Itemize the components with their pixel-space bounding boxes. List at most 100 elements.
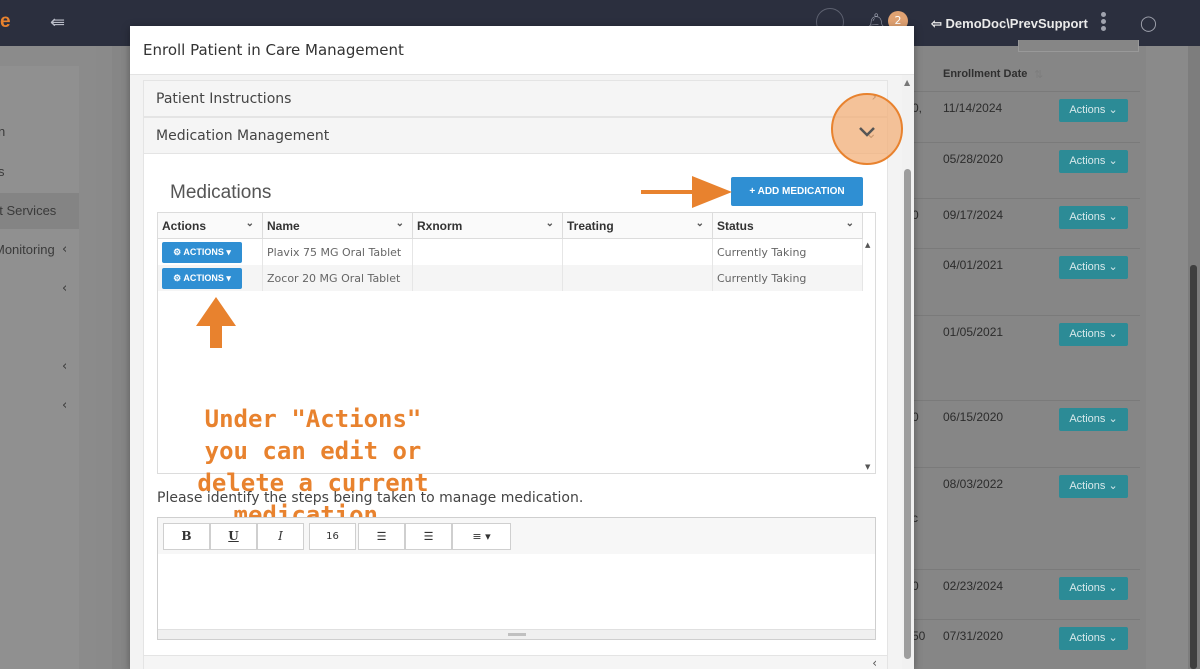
row-actions-button[interactable]: Actions ⌄: [1059, 150, 1128, 173]
name-cell: Zocor 20 MG Oral Tablet: [263, 265, 413, 291]
cell-fragment: 50: [912, 629, 926, 643]
sidebar-item[interactable]: s: [0, 164, 79, 179]
medication-panel: Medications + ADD MEDICATION Actions ⌄ Na…: [143, 154, 888, 669]
chevron-right-icon[interactable]: ›: [871, 89, 877, 105]
scroll-up-icon[interactable]: ▲: [865, 241, 870, 249]
row-divider: [910, 248, 1140, 249]
enrollment-date-cell: 07/31/2020: [943, 629, 1004, 643]
row-actions-button[interactable]: ⚙ ACTIONS ▾: [162, 268, 242, 289]
sort-icon[interactable]: ⇅: [1034, 68, 1043, 81]
row-actions-button[interactable]: Actions ⌄: [1059, 627, 1128, 650]
editor-toolbar: B U I 16 ☰ ☰ ≡ ▾: [158, 518, 875, 554]
actions-label: Actions: [1069, 632, 1106, 644]
sidebar-item-active[interactable]: nt Services: [0, 193, 79, 229]
menu-toggle-icon[interactable]: ⇚: [50, 12, 65, 33]
treating-cell: [563, 265, 713, 291]
chevron-left-icon[interactable]: ‹: [62, 359, 67, 374]
row-divider: [910, 198, 1140, 199]
chevron-left-icon[interactable]: ‹: [62, 281, 67, 296]
column-header-name[interactable]: Name ⌄: [263, 213, 413, 239]
row-actions-button[interactable]: Actions ⌄: [1059, 408, 1128, 431]
add-medication-button[interactable]: + ADD MEDICATION: [731, 177, 863, 206]
rich-text-editor[interactable]: B U I 16 ☰ ☰ ≡ ▾: [157, 517, 876, 640]
table-row: ⚙ ACTIONS ▾ Plavix 75 MG Oral Tablet Cur…: [158, 239, 863, 265]
modal-scrollbar[interactable]: ▲: [902, 75, 914, 669]
column-header-rxnorm[interactable]: Rxnorm ⌄: [413, 213, 563, 239]
section-collapsed[interactable]: ‹: [143, 655, 888, 669]
underline-button[interactable]: U: [210, 523, 257, 550]
modal-body: Patient Instructions › Medication Manage…: [130, 75, 914, 669]
chevron-left-icon[interactable]: ‹: [62, 242, 67, 257]
row-divider: [910, 400, 1140, 401]
row-divider: [910, 91, 1140, 92]
row-divider: [910, 315, 1140, 316]
modal-scrollbar-thumb[interactable]: [904, 169, 911, 659]
enrollment-date-cell: 02/23/2024: [943, 579, 1004, 593]
actions-label: Actions: [1069, 261, 1106, 273]
steps-label: Please identify the steps being taken to…: [157, 490, 584, 506]
italic-button[interactable]: I: [257, 523, 304, 550]
actions-cell: ⚙ ACTIONS ▾: [158, 265, 263, 291]
row-actions-button[interactable]: Actions ⌄: [1059, 475, 1128, 498]
row-actions-button[interactable]: Actions ⌄: [1059, 323, 1128, 346]
rxnorm-cell: [413, 239, 563, 265]
user-menu[interactable]: ⇦ DemoDoc\PrevSupport: [931, 16, 1088, 32]
chevron-down-icon[interactable]: ⌄: [846, 218, 854, 229]
section-patient-instructions[interactable]: Patient Instructions ›: [143, 80, 888, 117]
actions-label: Actions: [1069, 104, 1106, 116]
chevron-down-icon[interactable]: ⌄: [246, 218, 254, 229]
enrollment-date-header[interactable]: Enrollment Date: [943, 68, 1027, 80]
enroll-modal: Enroll Patient in Care Management Patien…: [130, 26, 914, 669]
more-options-icon[interactable]: [1096, 12, 1110, 34]
row-actions-button[interactable]: Actions ⌄: [1059, 99, 1128, 122]
enrollment-date-cell: 09/17/2024: [943, 208, 1004, 222]
align-dropdown[interactable]: ≡ ▾: [452, 523, 511, 550]
numbered-list-button[interactable]: ☰: [405, 523, 452, 550]
app-logo[interactable]: e: [0, 11, 11, 33]
enrollment-date-cell: 11/14/2024: [943, 101, 1003, 115]
enrollment-date-cell: 08/03/2022: [943, 477, 1004, 491]
actions-label: Actions: [1069, 480, 1106, 492]
bullet-list-button[interactable]: ☰: [358, 523, 405, 550]
section-label: Patient Instructions: [156, 91, 292, 107]
treating-cell: [563, 239, 713, 265]
sidebar-item[interactable]: n: [0, 124, 79, 139]
chevron-left-icon[interactable]: ‹: [62, 398, 67, 413]
row-actions-button[interactable]: Actions ⌄: [1059, 256, 1128, 279]
chat-icon[interactable]: ◯: [1140, 14, 1157, 32]
chevron-down-icon[interactable]: ⌄: [696, 218, 704, 229]
actions-label: Actions: [1069, 211, 1106, 223]
section-label: Medication Management: [156, 128, 330, 144]
scroll-up-icon[interactable]: ▲: [904, 78, 910, 87]
chevron-down-icon[interactable]: ⌄: [546, 218, 554, 229]
chevron-icon[interactable]: ‹: [872, 656, 877, 669]
rxnorm-cell: [413, 265, 563, 291]
scroll-down-icon[interactable]: ▼: [865, 463, 870, 471]
grid-scrollbar[interactable]: ▲ ▼: [863, 239, 875, 473]
chevron-down-icon[interactable]: ⌄: [396, 218, 404, 229]
column-header-status[interactable]: Status ⌄: [713, 213, 863, 239]
column-header-actions[interactable]: Actions ⌄: [158, 213, 263, 239]
row-divider: [910, 619, 1140, 620]
bold-button[interactable]: B: [163, 523, 210, 550]
actions-label: Actions: [1069, 582, 1106, 594]
medications-heading: Medications: [170, 182, 272, 203]
status-cell: Currently Taking: [713, 265, 863, 291]
font-size-button[interactable]: 16: [309, 523, 356, 550]
actions-cell: ⚙ ACTIONS ▾: [158, 239, 263, 265]
row-actions-button[interactable]: Actions ⌄: [1059, 206, 1128, 229]
row-divider: [910, 142, 1140, 143]
page-scrollbar-thumb[interactable]: [1190, 265, 1197, 669]
row-actions-button[interactable]: ⚙ ACTIONS ▾: [162, 242, 242, 263]
resize-handle[interactable]: [158, 629, 875, 639]
row-actions-button[interactable]: Actions ⌄: [1059, 577, 1128, 600]
filter-box[interactable]: [1018, 40, 1139, 52]
grid-header: Actions ⌄ Name ⌄ Rxnorm ⌄ Treating ⌄ Status ⌄: [158, 213, 863, 239]
column-header-treating[interactable]: Treating ⌄: [563, 213, 713, 239]
enrollment-date-cell: 01/05/2021: [943, 325, 1004, 339]
enrollment-date-cell: 06/15/2020: [943, 410, 1004, 424]
actions-label: Actions: [1069, 155, 1106, 167]
section-medication-management[interactable]: Medication Management ⌄: [143, 117, 888, 154]
chevron-down-icon[interactable]: ⌄: [865, 126, 877, 142]
annotation-note: Under "Actions" you can edit or delete a…: [197, 405, 429, 529]
